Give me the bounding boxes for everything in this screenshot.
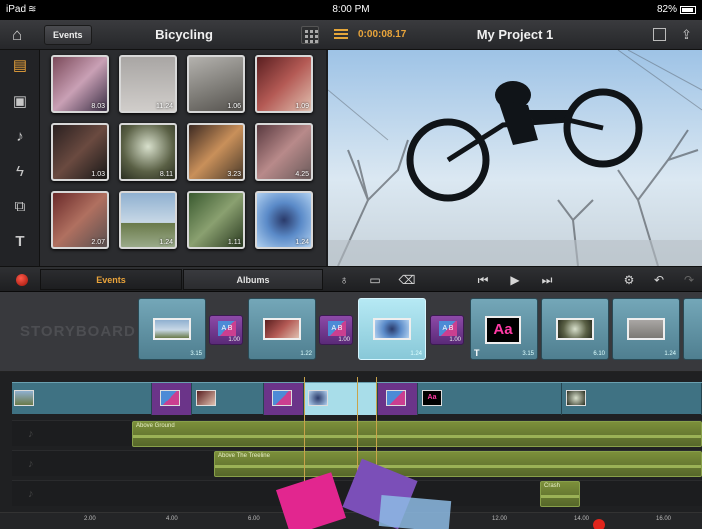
transition-icon: A B: [439, 321, 457, 336]
transitions-icon[interactable]: ⧉: [10, 197, 30, 217]
title-icon: T: [474, 348, 480, 358]
timecode-icon[interactable]: [334, 29, 348, 41]
play-icon[interactable]: ▶: [506, 272, 524, 288]
events-button[interactable]: Events: [44, 25, 92, 45]
storyboard-transition[interactable]: A B 1.00: [319, 315, 353, 345]
record-voiceover-button[interactable]: [16, 274, 28, 286]
settings-icon[interactable]: ⚙: [620, 272, 638, 288]
library-clip[interactable]: 1.24: [255, 191, 313, 249]
audio-clip[interactable]: Above The Treeline: [214, 451, 702, 477]
video-preview[interactable]: [328, 50, 702, 266]
microphone-icon[interactable]: ♁: [335, 272, 353, 288]
home-icon[interactable]: ⌂: [12, 25, 32, 45]
storyboard-title-clip[interactable]: Aa T 3.15: [470, 298, 538, 360]
library-clip[interactable]: 4.25: [255, 123, 313, 181]
share-icon[interactable]: ⇪: [681, 27, 692, 43]
audio-clip[interactable]: Above Ground: [132, 421, 702, 447]
library-clip[interactable]: 11.24: [119, 55, 177, 113]
timeline-title-clip[interactable]: Aa: [418, 383, 562, 415]
timeline-title-preview: Aa: [422, 390, 442, 406]
timeline-transition[interactable]: [264, 383, 304, 415]
storyboard-clip[interactable]: 1.22: [248, 298, 316, 360]
storyboard-transition[interactable]: A B 1.00: [430, 315, 464, 345]
transition-icon: A B: [328, 321, 346, 336]
timeline-clip[interactable]: [562, 383, 702, 415]
storyboard-clip[interactable]: 6.10: [541, 298, 609, 360]
dragged-item: [378, 495, 452, 529]
music-note-icon: ♪: [28, 428, 34, 440]
status-bar: iPad ≋ 8:00 PM 82%: [0, 0, 702, 20]
titles-icon[interactable]: T: [10, 232, 30, 252]
trash-icon[interactable]: ⌫: [398, 272, 416, 288]
fast-forward-icon[interactable]: ⏭: [538, 272, 556, 288]
project-title: My Project 1: [476, 27, 554, 42]
app-root: iPad ≋ 8:00 PM 82% ⌂ Events Bicycling 0:…: [0, 0, 702, 529]
preview-image: [328, 50, 702, 266]
split-clip-icon[interactable]: ▭: [366, 272, 384, 288]
storyboard-label: STORYBOARD: [20, 323, 136, 340]
undo-icon[interactable]: ↶: [650, 272, 668, 288]
library-clip[interactable]: 3.23: [187, 123, 245, 181]
library-clip[interactable]: 1.06: [187, 55, 245, 113]
timeline-clip[interactable]: [192, 383, 264, 415]
battery-percent: 82%: [656, 4, 677, 15]
edit-icon[interactable]: [653, 28, 666, 41]
library-clip[interactable]: 1.24: [119, 191, 177, 249]
music-note-icon: ♪: [28, 488, 34, 500]
storyboard-transition[interactable]: A B 1.00: [209, 315, 243, 345]
music-icon[interactable]: ♪: [10, 127, 30, 147]
top-toolbar: ⌂ Events Bicycling 0:00:08.17 My Project…: [0, 20, 702, 50]
library-clip[interactable]: 2.07: [51, 191, 109, 249]
library-title: Bicycling: [155, 27, 213, 42]
grid-view-icon[interactable]: [301, 26, 319, 44]
title-preview: Aa: [485, 316, 521, 344]
library-clip[interactable]: 1.11: [187, 191, 245, 249]
clip-library: 8.03 11.24 1.06 1.09 1.03 8.11 3.23 4.25…: [40, 50, 326, 266]
storyboard-clip[interactable]: 3.15: [138, 298, 206, 360]
library-clip[interactable]: 1.09: [255, 55, 313, 113]
timeline-transition[interactable]: [378, 383, 418, 415]
media-type-toolbar: ▤ ▣ ♪ ϟ ⧉ T: [0, 50, 40, 266]
sound-effects-icon[interactable]: ϟ: [10, 162, 30, 182]
storyboard: STORYBOARD 3.15 A B 1.00 1.22 A B 1.00 1…: [0, 292, 702, 372]
timecode: 0:00:08.17: [358, 29, 407, 40]
audio-clip[interactable]: Crash: [540, 481, 580, 507]
timeline-transition[interactable]: [152, 383, 192, 415]
transition-icon: A B: [218, 321, 236, 336]
redo-icon[interactable]: ↷: [680, 272, 698, 288]
library-clip[interactable]: 1.03: [51, 123, 109, 181]
storyboard-clip[interactable]: 1.24: [612, 298, 680, 360]
timeline-clip[interactable]: [12, 383, 152, 415]
video-clips-icon[interactable]: ▤: [10, 56, 30, 76]
library-clip[interactable]: 8.03: [51, 55, 109, 113]
battery-area: 82%: [657, 4, 696, 15]
timeline: Aa ♪ Above Ground ♪ Above The Treeline ♪…: [0, 372, 702, 529]
rewind-icon[interactable]: ⏮: [474, 272, 492, 288]
clock: 8:00 PM: [332, 4, 370, 15]
tab-albums[interactable]: Albums: [183, 269, 323, 290]
storyboard-clip-selected[interactable]: 1.24: [358, 298, 426, 360]
battery-icon: [680, 5, 696, 14]
timeline-clip-selected[interactable]: [304, 383, 378, 415]
music-note-icon: ♪: [28, 458, 34, 470]
tab-events[interactable]: Events: [40, 269, 182, 290]
timeline-marker[interactable]: [593, 519, 605, 529]
photos-icon[interactable]: ▣: [10, 92, 30, 112]
library-clip[interactable]: 8.11: [119, 123, 177, 181]
storyboard-clip[interactable]: [683, 298, 702, 360]
transport-bar: Events Albums ♁ ▭ ⌫ ⏮ ▶ ⏭ ⚙ ↶ ↷: [0, 266, 702, 292]
